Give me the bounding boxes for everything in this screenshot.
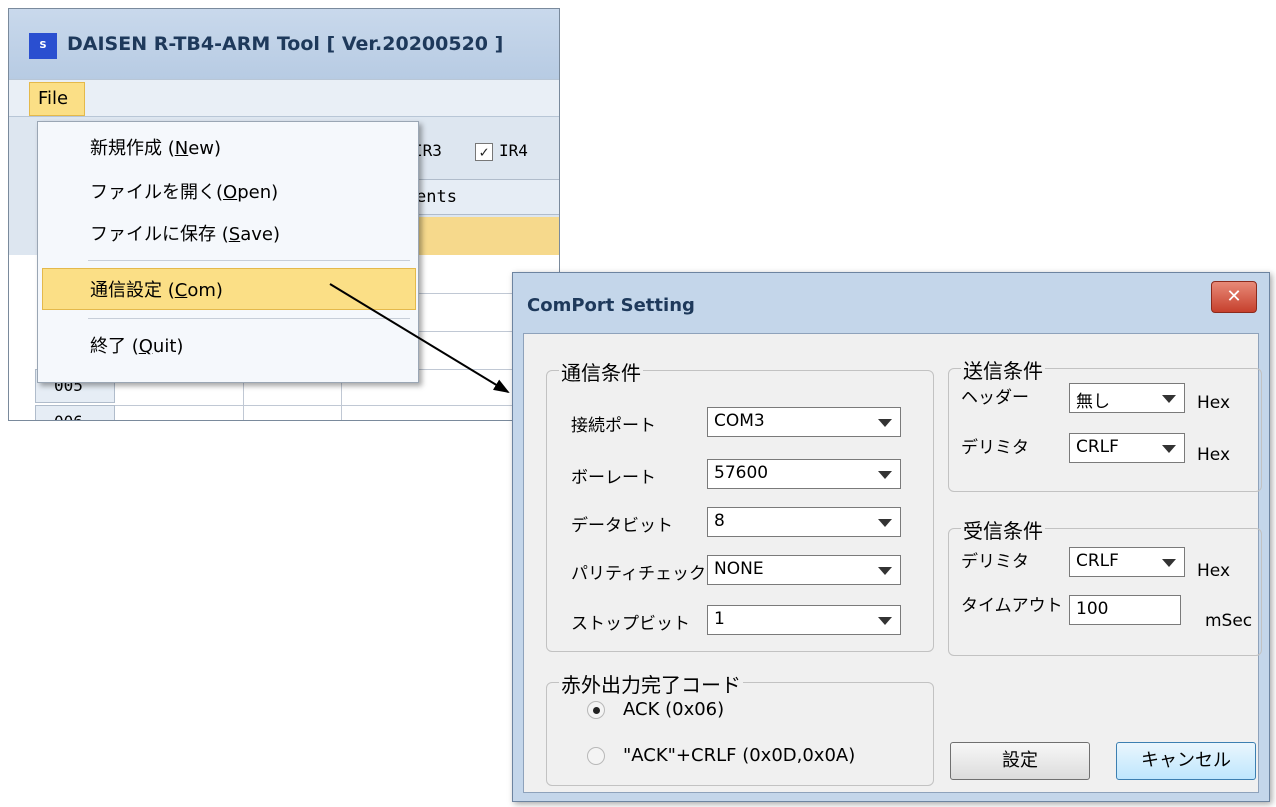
- chevron-down-icon: [1162, 559, 1176, 567]
- header-label: ヘッダー: [961, 388, 1029, 408]
- recv-delimiter-unit: Hex: [1197, 561, 1231, 581]
- receive-conditions-group: 受信条件 デリミタ CRLF Hex タイムアウト 100 mSec: [948, 515, 1262, 656]
- main-window-title: DAISEN R-TB4-ARM Tool [ Ver.20200520 ]: [67, 33, 504, 55]
- receive-conditions-label: 受信条件: [961, 515, 1045, 544]
- radio-ack[interactable]: ACK (0x06): [587, 699, 724, 720]
- timeout-input[interactable]: 100: [1069, 595, 1181, 625]
- baud-select[interactable]: 57600: [707, 459, 901, 489]
- main-window: S DAISEN R-TB4-ARM Tool [ Ver.20200520 ]…: [8, 8, 560, 421]
- radio-ack-label: ACK (0x06): [623, 699, 725, 720]
- send-delimiter-value: CRLF: [1076, 437, 1119, 457]
- chevron-down-icon: [878, 471, 892, 479]
- menu-separator: [88, 260, 410, 261]
- close-button[interactable]: ✕: [1211, 281, 1257, 313]
- stop-bits-select[interactable]: 1: [707, 605, 901, 635]
- header-select[interactable]: 無し: [1069, 383, 1185, 413]
- dialog-title: ComPort Setting: [527, 295, 695, 316]
- grid-selected-row[interactable]: [409, 217, 559, 255]
- ir4-label: IR4: [499, 141, 528, 160]
- radio-selected-icon: [587, 701, 605, 719]
- comm-conditions-label: 通信条件: [559, 357, 643, 386]
- data-bits-select[interactable]: 8: [707, 507, 901, 537]
- stop-bits-value: 1: [714, 609, 725, 629]
- port-select[interactable]: COM3: [707, 407, 901, 437]
- chevron-down-icon: [878, 617, 892, 625]
- radio-unselected-icon: [587, 747, 605, 765]
- chevron-down-icon: [878, 567, 892, 575]
- baud-label: ボーレート: [571, 468, 656, 488]
- port-value: COM3: [714, 411, 765, 431]
- baud-value: 57600: [714, 463, 769, 483]
- recv-delimiter-label: デリミタ: [961, 552, 1029, 572]
- radio-ack-crlf[interactable]: "ACK"+CRLF (0x0D,0x0A): [587, 745, 855, 766]
- set-button[interactable]: 設定: [950, 742, 1090, 780]
- timeout-label: タイムアウト: [961, 596, 1063, 616]
- ir-completion-code-label: 赤外出力完了コード: [559, 669, 743, 698]
- menu-item-open[interactable]: ファイルを開く(Open): [90, 178, 278, 204]
- grid-column-header: ents: [409, 179, 559, 215]
- radio-ack-crlf-label: "ACK"+CRLF (0x0D,0x0A): [623, 745, 856, 766]
- stop-bits-label: ストップビット: [571, 614, 690, 634]
- send-conditions-group: 送信条件 ヘッダー 無し Hex デリミタ CRLF Hex: [948, 355, 1262, 492]
- send-delimiter-unit: Hex: [1197, 445, 1231, 465]
- file-dropdown-menu: 新規作成 (New) ファイルを開く(Open) ファイルに保存 (Save) …: [37, 121, 419, 383]
- chevron-down-icon: [1162, 395, 1176, 403]
- comm-conditions-group: 通信条件 接続ポート COM3 ボーレート 57600 データビット 8 パリテ…: [546, 357, 934, 652]
- row-number-006: 006: [35, 405, 115, 420]
- send-delimiter-select[interactable]: CRLF: [1069, 433, 1185, 463]
- recv-delimiter-value: CRLF: [1076, 551, 1119, 571]
- menu-separator: [88, 318, 410, 319]
- send-delimiter-label: デリミタ: [961, 438, 1029, 458]
- menu-item-quit[interactable]: 終了 (Quit): [90, 332, 183, 358]
- parity-select[interactable]: NONE: [707, 555, 901, 585]
- parity-label: パリティチェック: [571, 564, 706, 584]
- data-bits-label: データビット: [571, 516, 673, 536]
- menu-bar: File: [9, 79, 559, 117]
- ir-completion-code-group: 赤外出力完了コード ACK (0x06) "ACK"+CRLF (0x0D,0x…: [546, 669, 934, 786]
- dialog-client-area: 通信条件 接続ポート COM3 ボーレート 57600 データビット 8 パリテ…: [523, 333, 1262, 793]
- data-bits-value: 8: [714, 511, 725, 531]
- port-label: 接続ポート: [571, 416, 656, 436]
- main-title-bar: S DAISEN R-TB4-ARM Tool [ Ver.20200520 ]: [9, 9, 559, 79]
- cancel-button[interactable]: キャンセル: [1116, 742, 1256, 780]
- menu-file[interactable]: File: [29, 82, 85, 116]
- menu-item-new[interactable]: 新規作成 (New): [90, 134, 221, 160]
- header-unit: Hex: [1197, 393, 1231, 413]
- chevron-down-icon: [878, 519, 892, 527]
- parity-value: NONE: [714, 559, 764, 579]
- chevron-down-icon: [878, 419, 892, 427]
- comport-setting-dialog: ComPort Setting ✕ 通信条件 接続ポート COM3 ボーレート …: [512, 272, 1270, 802]
- checkmark-icon: ✓: [475, 142, 493, 161]
- menu-item-com[interactable]: 通信設定 (Com): [90, 276, 223, 302]
- recv-delimiter-select[interactable]: CRLF: [1069, 547, 1185, 577]
- menu-item-save[interactable]: ファイルに保存 (Save): [90, 220, 280, 246]
- app-icon: S: [29, 33, 57, 59]
- chevron-down-icon: [1162, 445, 1176, 453]
- send-conditions-label: 送信条件: [961, 355, 1045, 384]
- timeout-unit: mSec: [1205, 611, 1253, 631]
- header-value: 無し: [1076, 392, 1110, 412]
- checkbox-ir4[interactable]: ✓ IR4: [475, 141, 528, 161]
